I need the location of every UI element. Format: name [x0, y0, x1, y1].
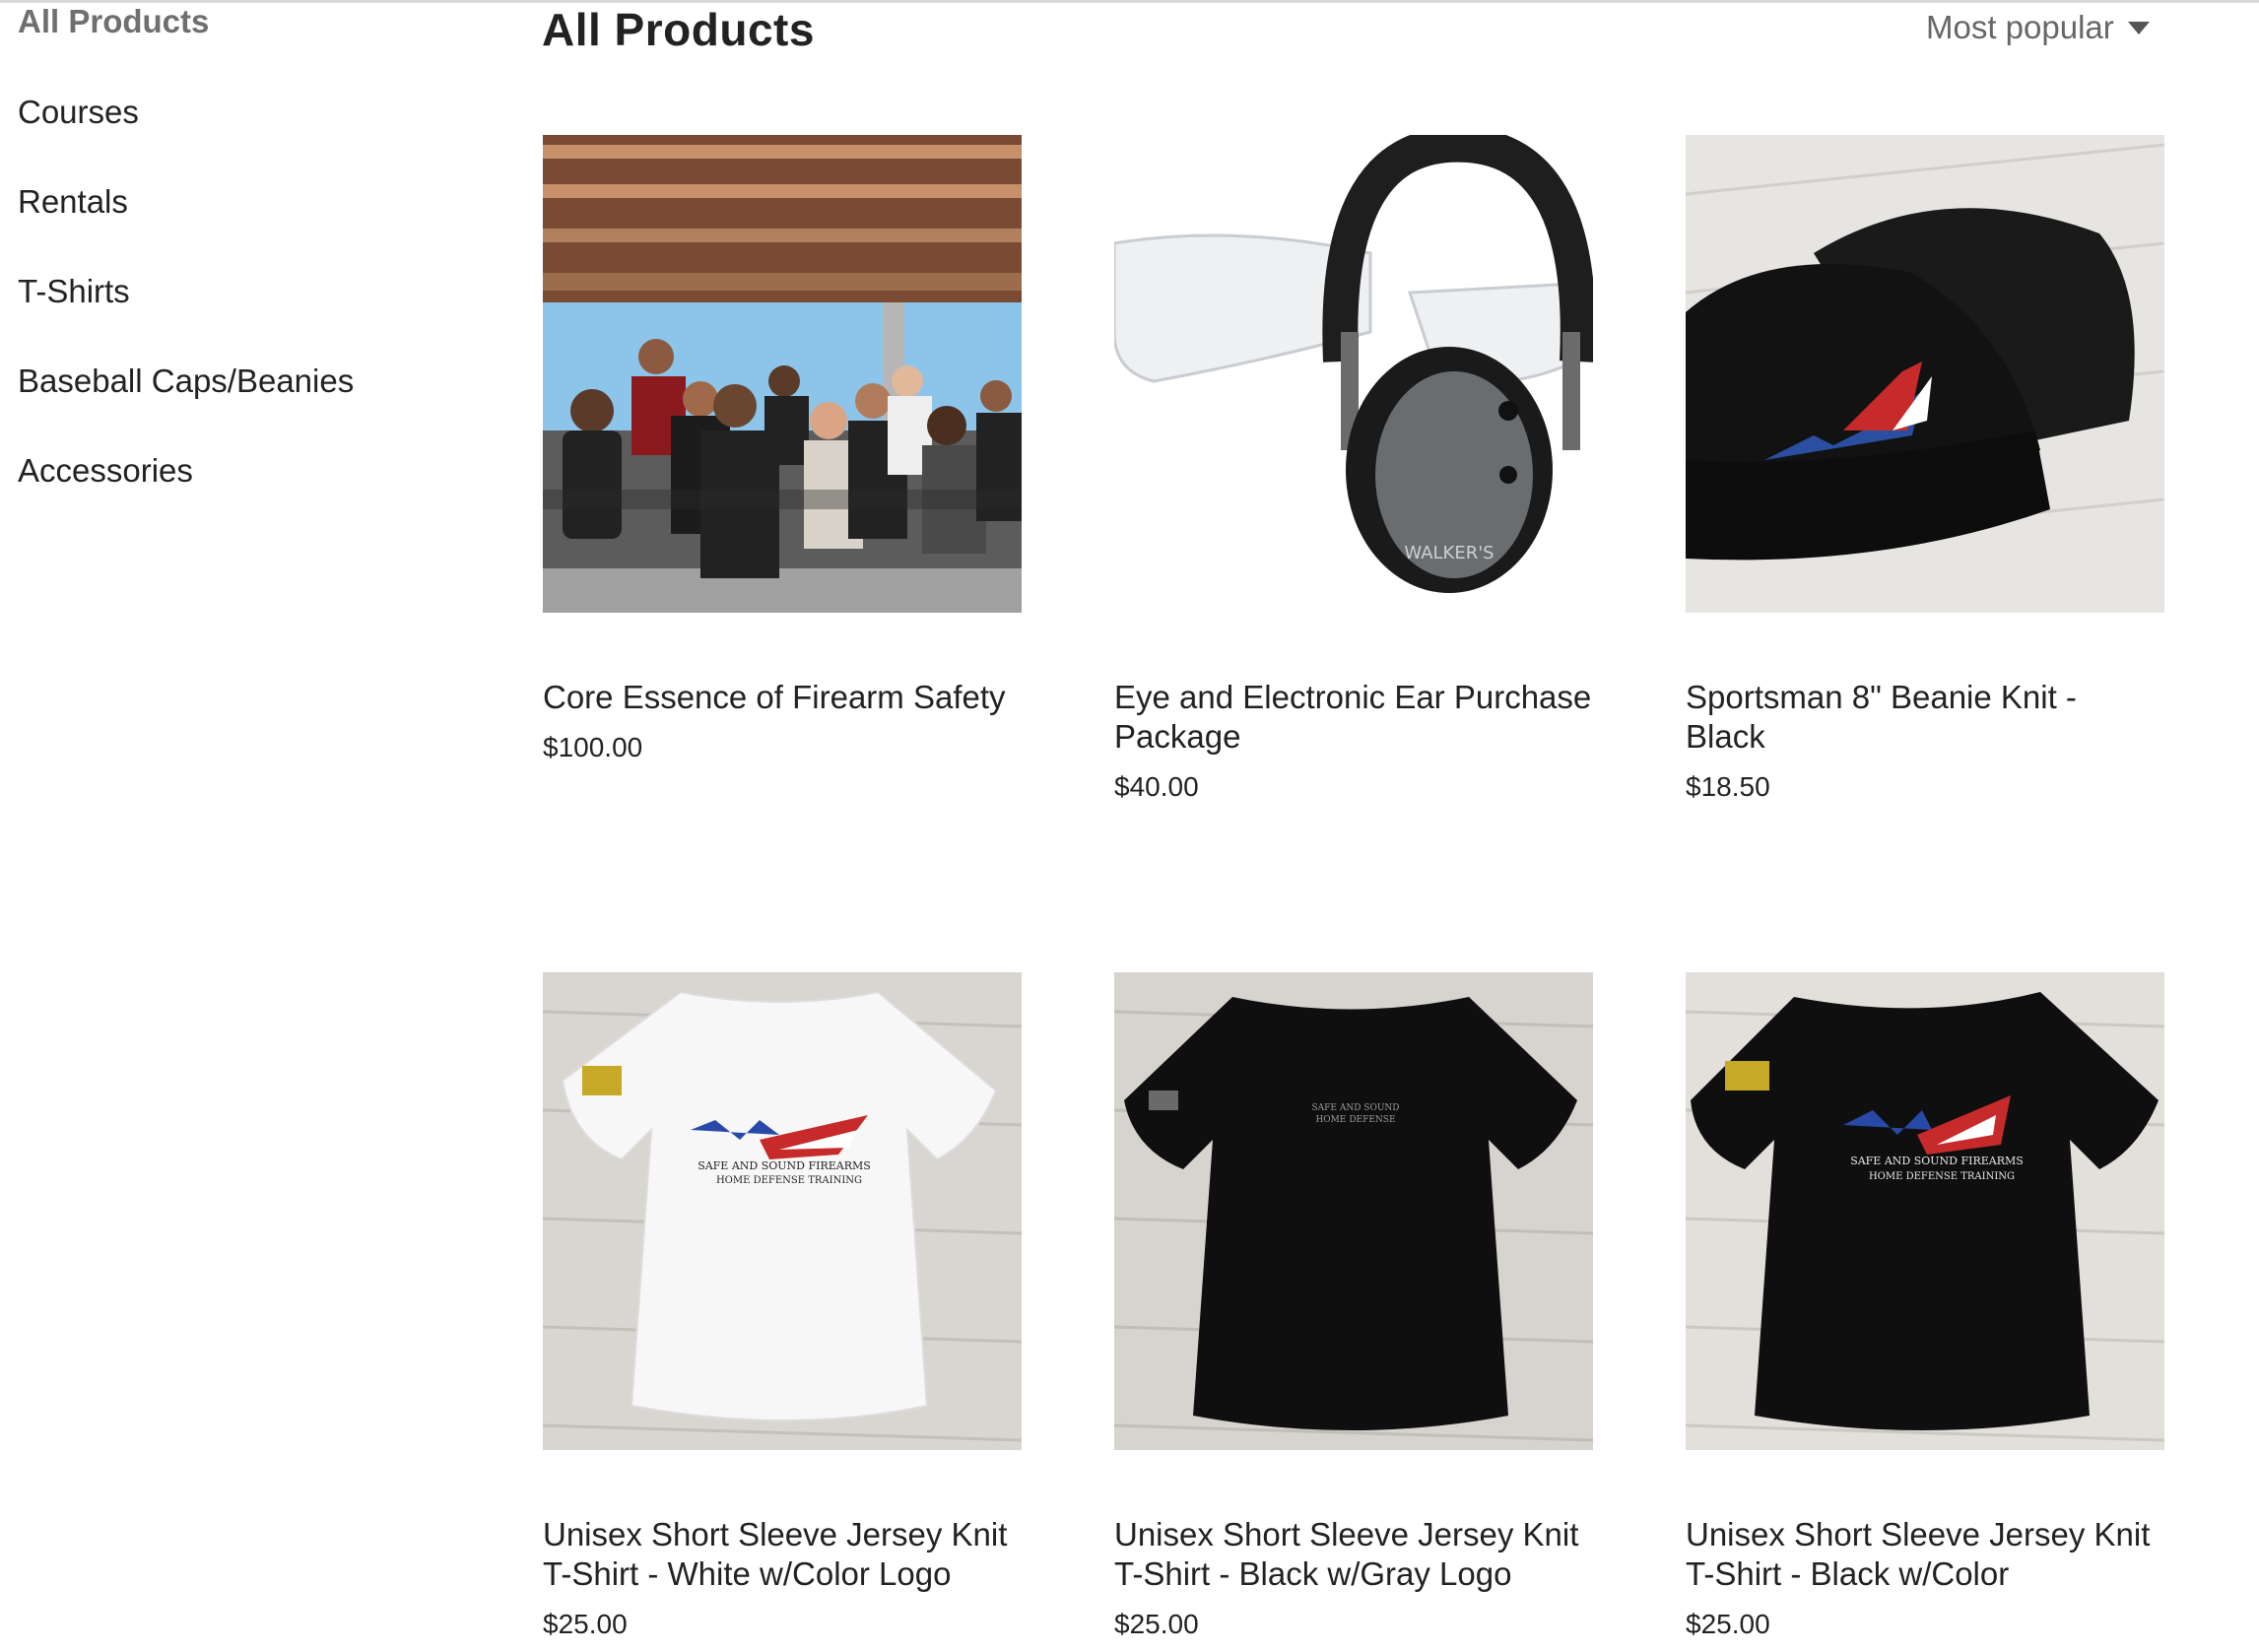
svg-text:SAFE AND SOUND FIREARMS: SAFE AND SOUND FIREARMS — [1850, 1155, 2024, 1167]
product-name[interactable]: Eye and Electronic Ear Purchase Package — [1114, 678, 1593, 757]
product-image-white-tshirt[interactable]: SAFE AND SOUND FIREARMS HOME DEFENSE TRA… — [543, 972, 1022, 1450]
svg-text:HOME DEFENSE: HOME DEFENSE — [1315, 1115, 1395, 1125]
product-image-group-photo[interactable] — [543, 135, 1022, 613]
product-image-black-tshirt-gray-logo[interactable]: SAFE AND SOUND HOME DEFENSE — [1114, 972, 1593, 1450]
product-price: $18.50 — [1686, 771, 1770, 802]
sidebar-item-rentals[interactable]: Rentals — [18, 182, 128, 222]
product-image-black-beanie[interactable] — [1686, 135, 2164, 613]
svg-text:SAFE AND SOUND FIREARMS: SAFE AND SOUND FIREARMS — [698, 1159, 871, 1172]
sidebar-item-caps-beanies[interactable]: Baseball Caps/Beanies — [18, 362, 354, 401]
top-border — [0, 0, 2259, 3]
product-price: $25.00 — [1114, 1609, 1199, 1639]
product-image-black-tshirt-color-logo[interactable]: SAFE AND SOUND FIREARMS HOME DEFENSE TRA… — [1686, 972, 2164, 1450]
product-card[interactable]: Sportsman 8" Beanie Knit - Black $18.50 — [1686, 135, 2164, 804]
product-card[interactable]: Core Essence of Firearm Safety $100.00 — [543, 135, 1022, 764]
product-name[interactable]: Unisex Short Sleeve Jersey Knit T-Shirt … — [1686, 1515, 2164, 1594]
product-price: $25.00 — [543, 1609, 628, 1639]
product-card[interactable]: SAFE AND SOUND FIREARMS HOME DEFENSE TRA… — [543, 972, 1022, 1641]
sidebar-item-t-shirts[interactable]: T-Shirts — [18, 272, 130, 311]
svg-text:HOME DEFENSE TRAINING: HOME DEFENSE TRAINING — [716, 1175, 862, 1186]
product-price: $40.00 — [1114, 771, 1199, 802]
product-name[interactable]: Unisex Short Sleeve Jersey Knit T-Shirt … — [543, 1515, 1022, 1594]
chevron-down-icon — [2127, 21, 2150, 34]
sort-label: Most popular — [1926, 9, 2114, 45]
product-card[interactable]: SAFE AND SOUND FIREARMS HOME DEFENSE TRA… — [1686, 972, 2164, 1641]
product-card[interactable]: SAFE AND SOUND HOME DEFENSE Unisex Short… — [1114, 972, 1593, 1641]
sidebar-item-all-products[interactable]: All Products — [18, 2, 209, 41]
page-title: All Products — [542, 4, 815, 55]
product-name[interactable]: Unisex Short Sleeve Jersey Knit T-Shirt … — [1114, 1515, 1593, 1594]
svg-text:HOME DEFENSE TRAINING: HOME DEFENSE TRAINING — [1869, 1171, 2015, 1182]
product-card[interactable]: WALKER'S Eye and Electronic Ear Purchase… — [1114, 135, 1593, 804]
product-price: $100.00 — [543, 732, 643, 762]
svg-text:SAFE AND SOUND: SAFE AND SOUND — [1311, 1103, 1399, 1113]
product-name[interactable]: Core Essence of Firearm Safety — [543, 678, 1022, 717]
product-name[interactable]: Sportsman 8" Beanie Knit - Black — [1686, 678, 2164, 757]
svg-text:WALKER'S: WALKER'S — [1404, 543, 1494, 563]
product-price: $25.00 — [1686, 1609, 1770, 1639]
sidebar-item-accessories[interactable]: Accessories — [18, 451, 193, 491]
product-image-earmuffs-glasses[interactable]: WALKER'S — [1114, 135, 1593, 613]
sort-dropdown[interactable]: Most popular — [1926, 6, 2150, 49]
sidebar-item-courses[interactable]: Courses — [18, 93, 139, 132]
